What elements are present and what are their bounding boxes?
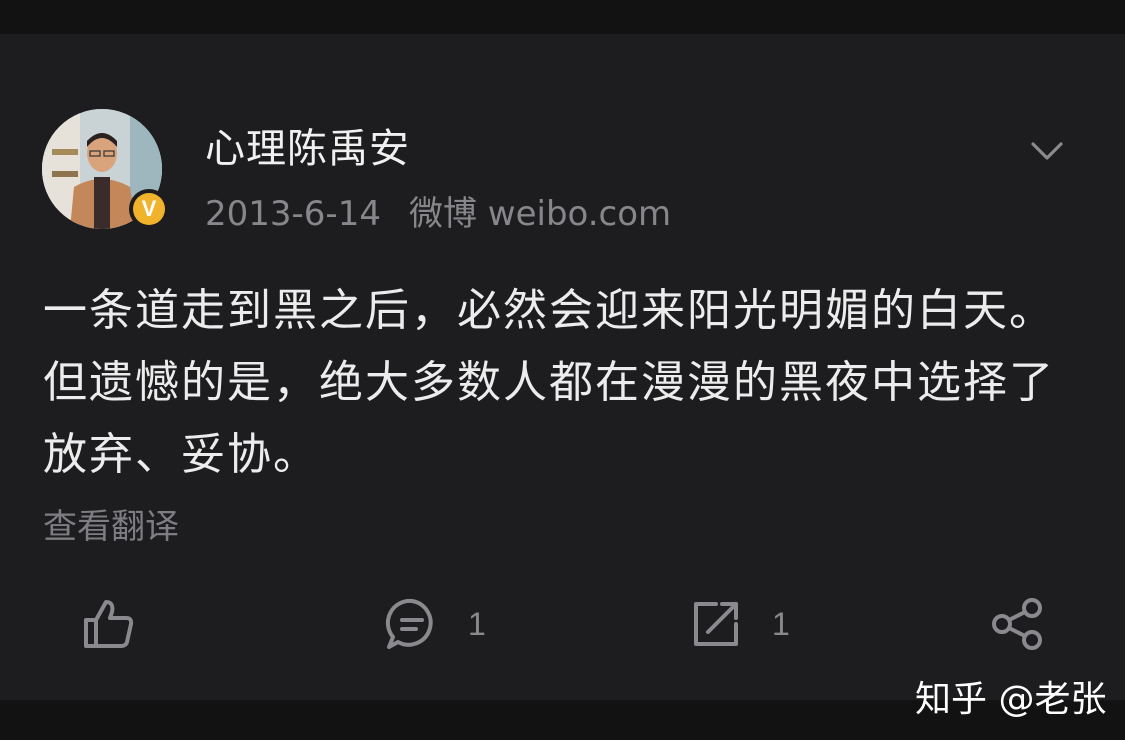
verified-badge-label: V bbox=[133, 193, 165, 225]
watermark: 知乎 @老张 bbox=[915, 679, 1107, 720]
username[interactable]: 心理陈禹安 bbox=[205, 116, 410, 174]
chevron-down-icon[interactable] bbox=[1027, 132, 1067, 172]
post-source: 微博 weibo.com bbox=[408, 194, 672, 234]
post-meta: 2013-6-14 微博 weibo.com bbox=[205, 186, 671, 235]
repost-count: 1 bbox=[772, 605, 790, 642]
translate-link[interactable]: 查看翻译 bbox=[43, 499, 179, 548]
comment-button[interactable]: 1 bbox=[384, 594, 486, 654]
share-button[interactable] bbox=[990, 594, 1046, 654]
repost-icon bbox=[694, 602, 738, 646]
post-content: 一条道走到黑之后，必然会迎来阳光明媚的白天。但遗憾的是，绝大多数人都在漫漫的黑夜… bbox=[43, 285, 1055, 480]
weibo-post-card: V 心理陈禹安 2013-6-14 微博 weibo.com 一条道走到黑之后，必… bbox=[0, 34, 1125, 700]
comment-count: 1 bbox=[468, 605, 486, 642]
share-icon bbox=[992, 598, 1042, 650]
thumbs-up-icon bbox=[84, 600, 134, 648]
verified-badge-icon: V bbox=[129, 189, 169, 229]
post-date: 2013-6-14 bbox=[205, 194, 381, 234]
like-button[interactable] bbox=[80, 594, 136, 654]
comment-icon bbox=[385, 598, 433, 649]
repost-button[interactable]: 1 bbox=[688, 594, 790, 654]
